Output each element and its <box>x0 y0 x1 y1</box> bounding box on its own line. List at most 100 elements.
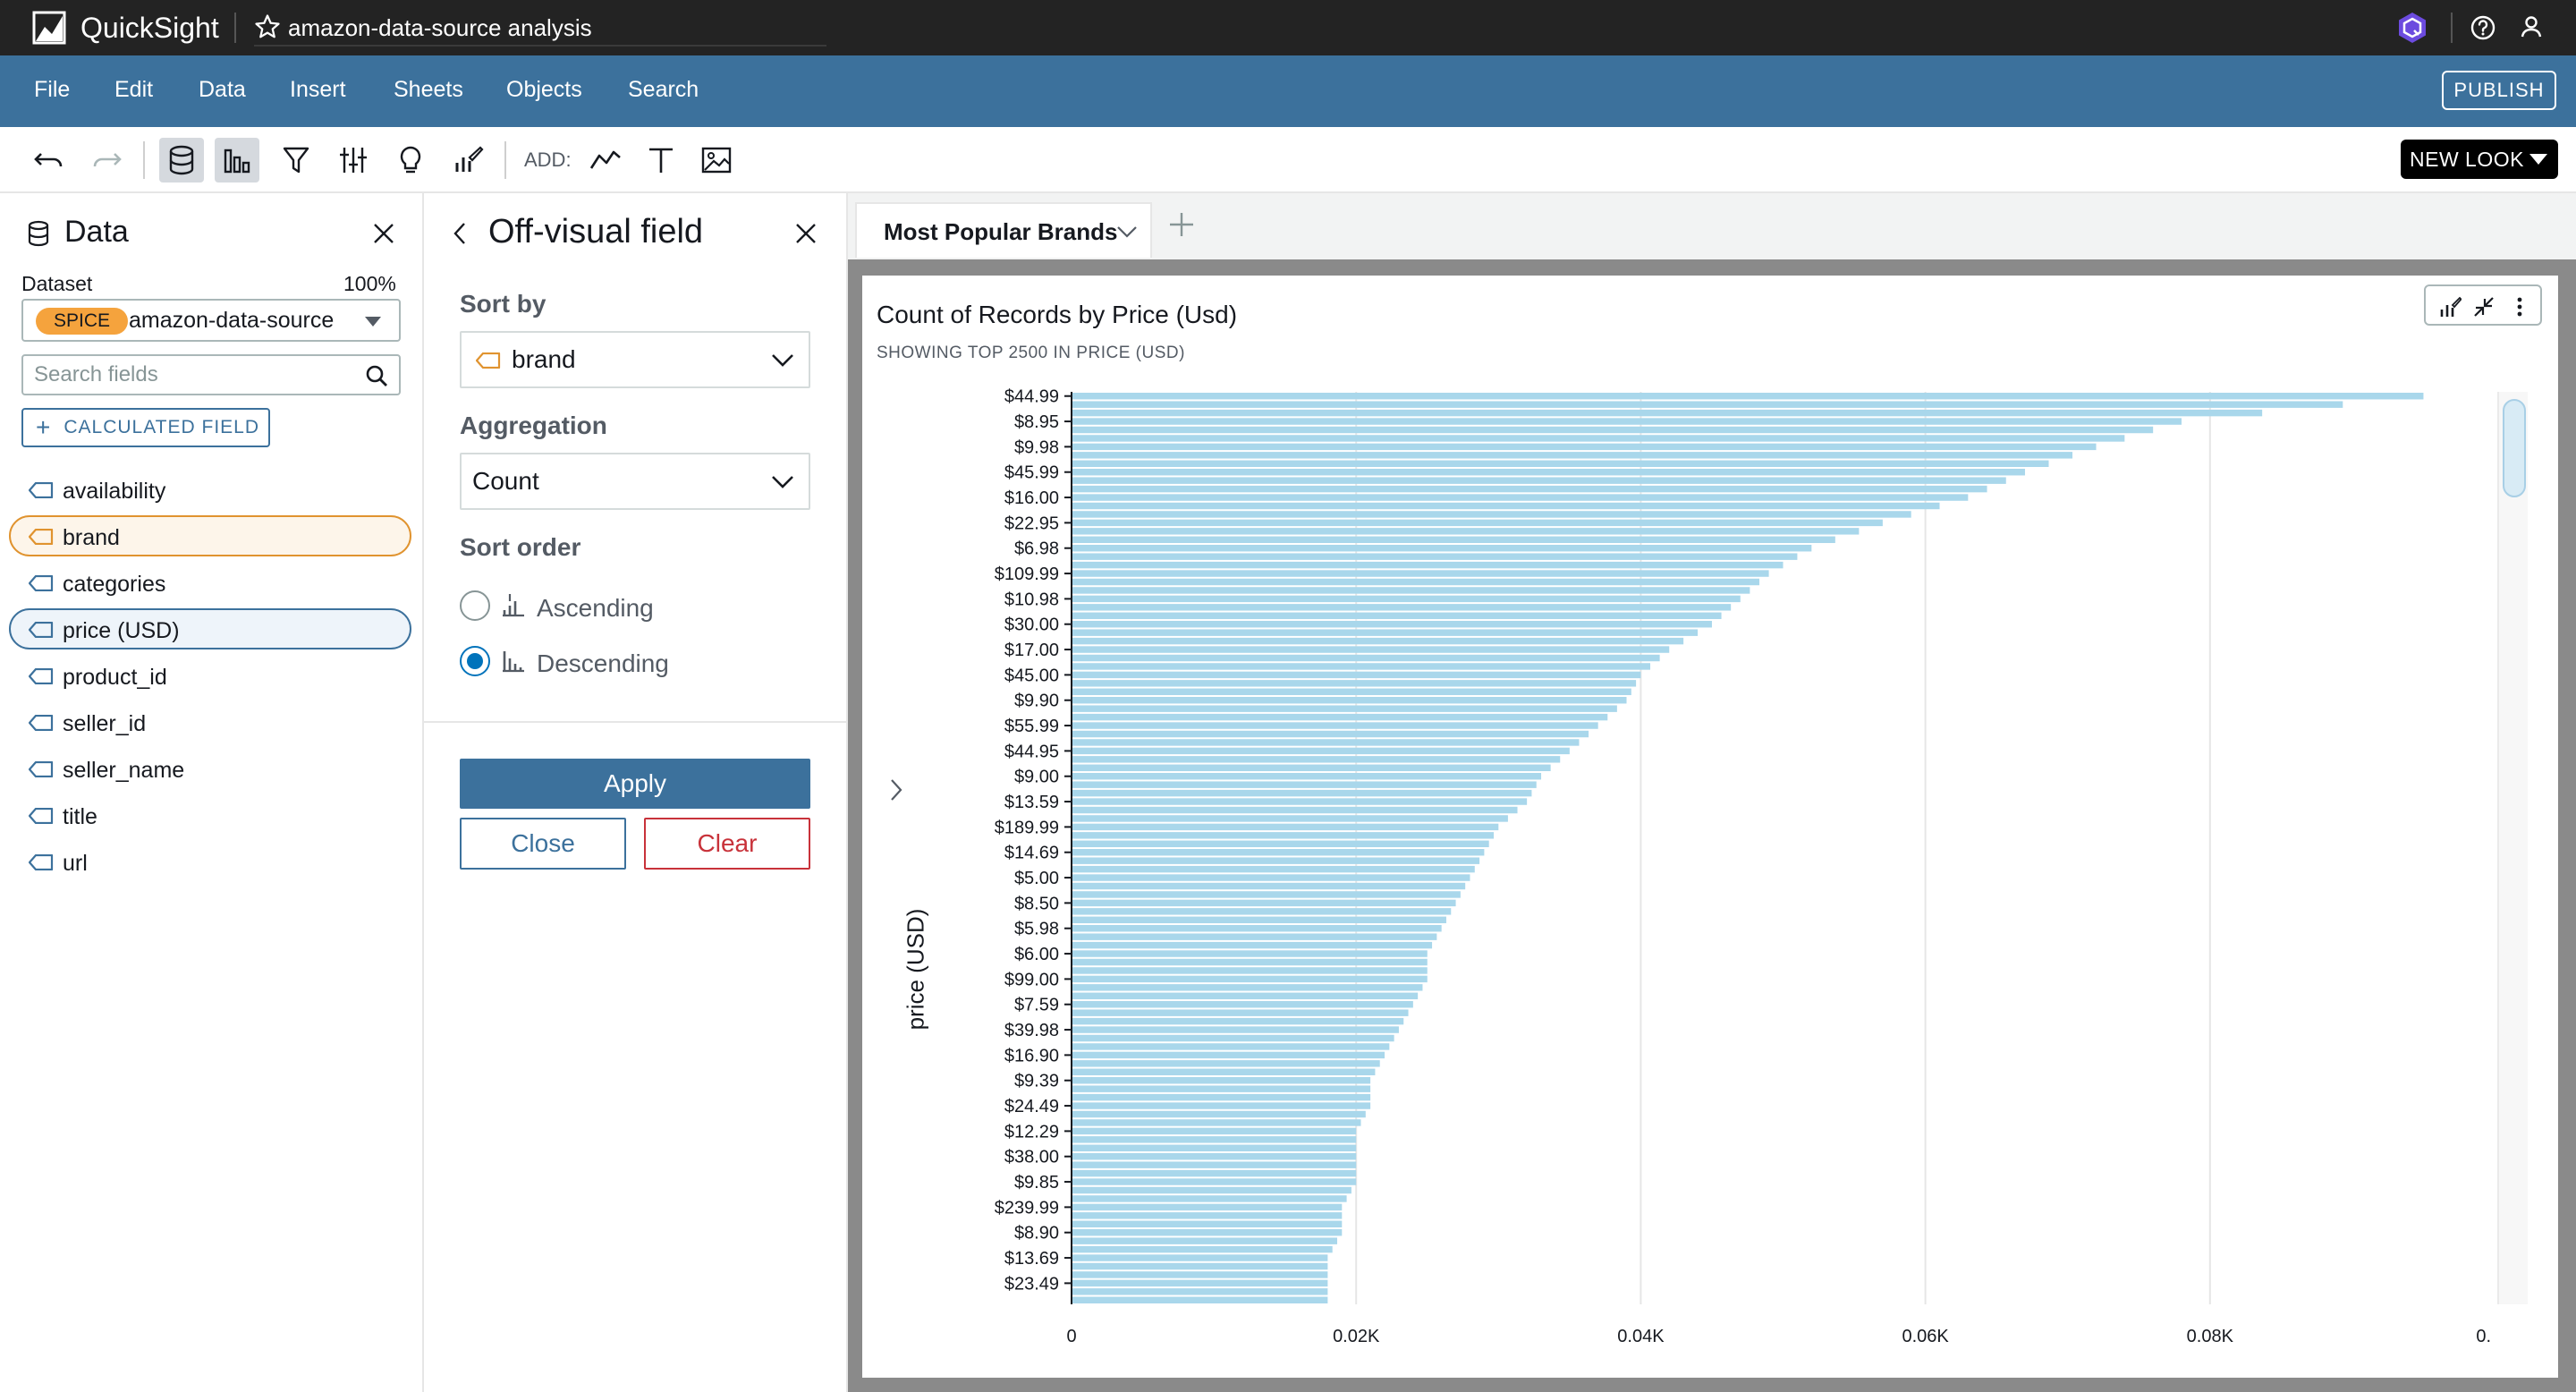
bar[interactable] <box>1072 1245 1333 1253</box>
search-fields-input[interactable] <box>34 356 356 394</box>
bar[interactable] <box>1072 1203 1343 1211</box>
field-item[interactable]: brand <box>9 515 411 556</box>
bar[interactable] <box>1072 1153 1357 1160</box>
bar[interactable] <box>1072 1102 1371 1109</box>
analysis-name[interactable]: amazon-data-source analysis <box>288 14 592 42</box>
menu-search[interactable]: Search <box>628 77 699 103</box>
bar[interactable] <box>1072 1296 1328 1303</box>
bar[interactable] <box>1072 1110 1366 1118</box>
bar[interactable] <box>1072 1060 1380 1067</box>
bar[interactable] <box>1072 418 2182 425</box>
scrollbar-thumb[interactable] <box>2503 399 2526 497</box>
bar[interactable] <box>1072 587 1750 594</box>
bar[interactable] <box>1072 1271 1328 1278</box>
chart-scrollbar[interactable] <box>2497 392 2528 1304</box>
bar[interactable] <box>1072 916 1446 923</box>
bar[interactable] <box>1072 764 1551 771</box>
bar[interactable] <box>1072 621 1712 628</box>
bar[interactable] <box>1072 832 1494 839</box>
format-visual-icon[interactable] <box>2438 295 2462 318</box>
bar[interactable] <box>1072 393 2424 400</box>
add-image-button[interactable] <box>694 138 739 182</box>
bar[interactable] <box>1072 840 1489 847</box>
bar[interactable] <box>1072 1136 1357 1143</box>
bar[interactable] <box>1072 798 1528 805</box>
bar[interactable] <box>1072 908 1452 915</box>
data-pane-button[interactable] <box>159 138 204 182</box>
themes-button[interactable] <box>445 138 490 182</box>
parameters-button[interactable] <box>331 138 376 182</box>
bar[interactable] <box>1072 553 1798 560</box>
bar[interactable] <box>1072 671 1641 679</box>
visualize-button[interactable] <box>215 138 259 182</box>
bar[interactable] <box>1072 1077 1371 1084</box>
bar[interactable] <box>1072 1212 1343 1219</box>
bar[interactable] <box>1072 561 1784 569</box>
bar[interactable] <box>1072 680 1637 687</box>
apply-button[interactable]: Apply <box>460 759 810 809</box>
bar[interactable] <box>1072 1119 1361 1126</box>
bar-chart-visual[interactable]: Count of Records by Price (Usd) SHOWING … <box>862 276 2558 1378</box>
menu-data[interactable]: Data <box>199 77 246 103</box>
search-icon[interactable] <box>365 364 388 387</box>
bar[interactable] <box>1072 426 2154 434</box>
bar[interactable] <box>1072 933 1437 940</box>
bar[interactable] <box>1072 460 2049 467</box>
aggregation-select[interactable]: Count <box>460 453 810 510</box>
bar[interactable] <box>1072 477 2006 484</box>
bar[interactable] <box>1072 469 2025 476</box>
bar[interactable] <box>1072 1144 1357 1151</box>
bar[interactable] <box>1072 975 1428 983</box>
bar[interactable] <box>1072 925 1442 932</box>
descending-radio[interactable] <box>460 646 490 676</box>
bar[interactable] <box>1072 950 1428 957</box>
field-item[interactable]: seller_name <box>9 748 411 789</box>
bar[interactable] <box>1072 1178 1357 1185</box>
bar[interactable] <box>1072 485 1987 493</box>
publish-button[interactable]: PUBLISH <box>2442 71 2556 110</box>
collapse-icon[interactable] <box>2472 295 2496 318</box>
bar[interactable] <box>1072 443 2097 451</box>
clear-button[interactable]: Clear <box>644 818 810 870</box>
bar[interactable] <box>1072 849 1485 856</box>
bar[interactable] <box>1072 857 1480 864</box>
field-item[interactable]: title <box>9 794 411 836</box>
bar[interactable] <box>1072 899 1456 907</box>
bar[interactable] <box>1072 1017 1404 1025</box>
bar[interactable] <box>1072 992 1419 999</box>
bar[interactable] <box>1072 806 1518 814</box>
bar[interactable] <box>1072 1009 1409 1016</box>
bar[interactable] <box>1072 663 1651 670</box>
new-look-button[interactable]: NEW LOOK <box>2401 140 2558 179</box>
bar[interactable] <box>1072 967 1428 974</box>
bar[interactable] <box>1072 781 1537 788</box>
bar[interactable] <box>1072 528 1860 535</box>
bar[interactable] <box>1072 401 2343 408</box>
menu-sheets[interactable]: Sheets <box>394 77 463 103</box>
help-icon[interactable] <box>2469 13 2497 42</box>
bar[interactable] <box>1072 697 1627 704</box>
bar[interactable] <box>1072 654 1660 662</box>
user-icon[interactable] <box>2518 13 2545 40</box>
bar[interactable] <box>1072 730 1589 738</box>
bar[interactable] <box>1072 773 1542 780</box>
bar[interactable] <box>1072 452 2073 459</box>
undo-button[interactable] <box>27 138 72 182</box>
bar[interactable] <box>1072 1161 1357 1168</box>
bar[interactable] <box>1072 1186 1352 1194</box>
close-icon[interactable] <box>370 220 397 247</box>
field-item[interactable]: seller_id <box>9 701 411 743</box>
bar[interactable] <box>1072 1220 1343 1227</box>
bar[interactable] <box>1072 1051 1385 1059</box>
bar[interactable] <box>1072 739 1580 746</box>
bar[interactable] <box>1072 756 1561 763</box>
field-item[interactable]: availability <box>9 469 411 510</box>
bar[interactable] <box>1072 1001 1413 1008</box>
close-icon[interactable] <box>792 220 819 247</box>
bar[interactable] <box>1072 435 2125 442</box>
chevron-down-icon[interactable] <box>1116 224 1138 240</box>
bar[interactable] <box>1072 612 1722 619</box>
amazon-q-icon[interactable] <box>2395 11 2429 45</box>
menu-edit[interactable]: Edit <box>114 77 153 103</box>
menu-file[interactable]: File <box>34 77 70 103</box>
